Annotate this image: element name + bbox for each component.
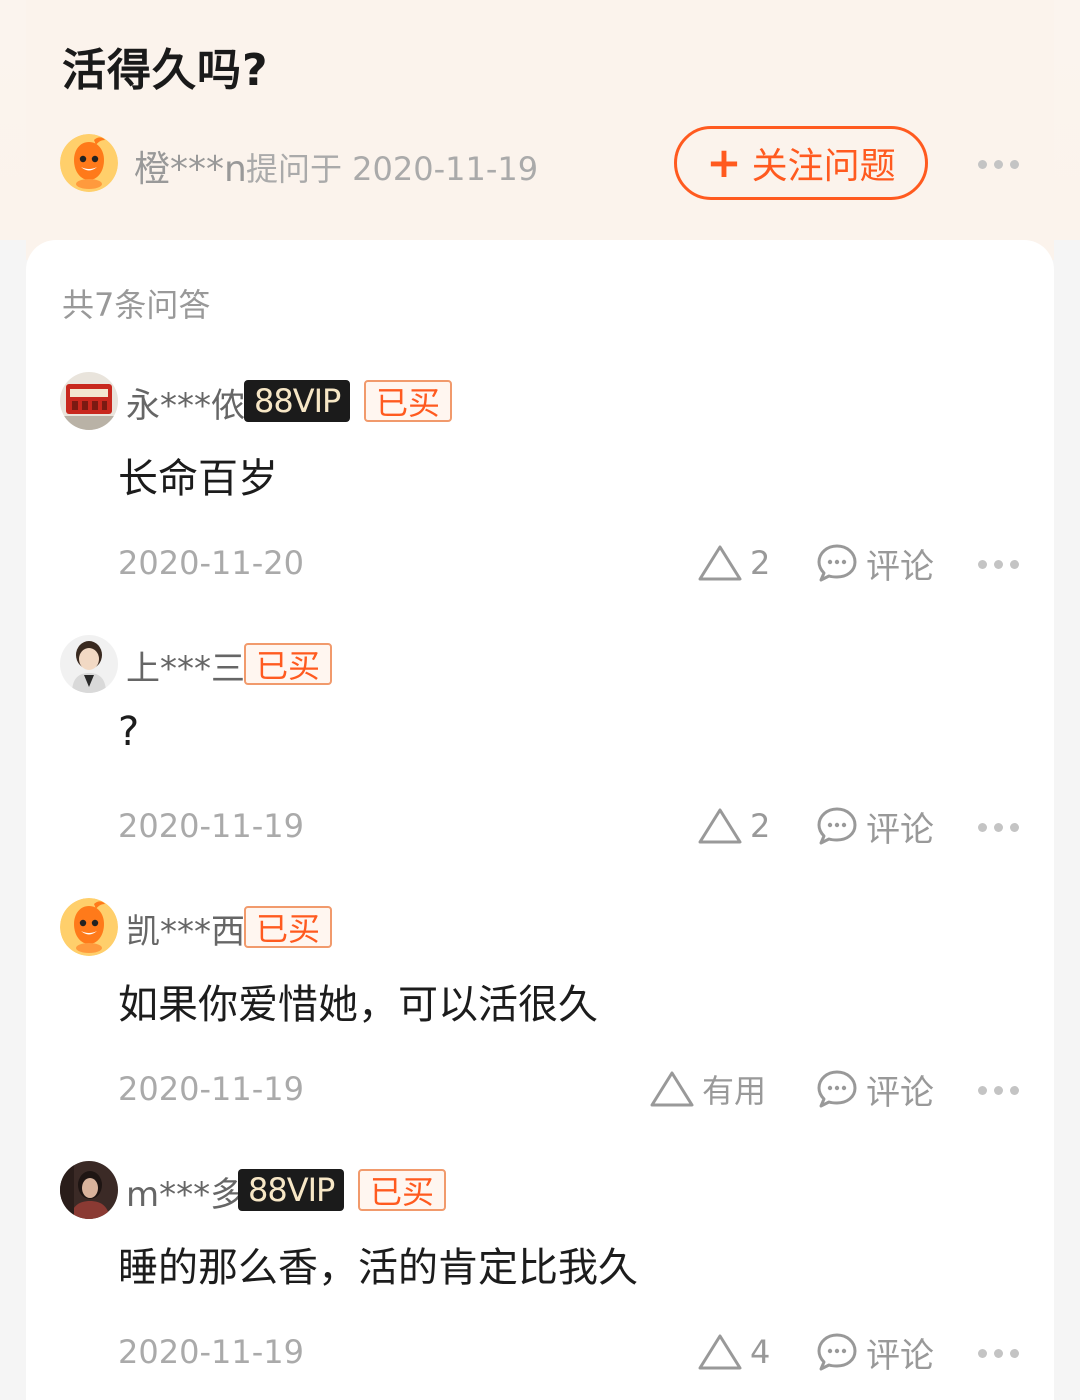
- bought-badge: 已买: [358, 1169, 447, 1211]
- answer-date: 2020-11-20: [118, 544, 304, 582]
- follow-question-label: 关注问题: [751, 146, 896, 187]
- bought-badge: 已买: [244, 906, 333, 948]
- qa-page: 活得久吗? 橙***n 提问于 2020-11-19 + 关注问题 共7条问答: [0, 0, 1080, 1400]
- like-button[interactable]: 2: [696, 803, 770, 849]
- more-icon[interactable]: [978, 1349, 1019, 1358]
- answer-item: m***多 88VIP 已买 睡的那么香，活的肯定比我久 2020-11-19 …: [26, 1161, 1054, 1400]
- answer-text: 长命百岁: [118, 456, 278, 502]
- user-name[interactable]: 凯***西: [126, 904, 245, 953]
- user-name[interactable]: 永***侬: [126, 378, 245, 427]
- answer-item: 上***三 已买 ? 2020-11-19 2 评论: [26, 635, 1054, 898]
- more-icon[interactable]: [978, 560, 1019, 569]
- user-avatar[interactable]: [60, 372, 118, 430]
- like-count: 2: [750, 544, 771, 582]
- more-icon[interactable]: [978, 823, 1019, 832]
- follow-question-button[interactable]: + 关注问题: [674, 126, 928, 200]
- thumb-triangle-icon: [698, 545, 742, 581]
- vip-badge: 88VIP: [238, 1169, 345, 1211]
- answer-date: 2020-11-19: [118, 1333, 304, 1371]
- comment-button[interactable]: 评论: [816, 1329, 934, 1376]
- answer-text: 睡的那么香，活的肯定比我久: [118, 1245, 638, 1291]
- comment-bubble-icon: [817, 544, 857, 582]
- question-header: 活得久吗? 橙***n 提问于 2020-11-19 + 关注问题: [26, 0, 1054, 260]
- asked-date: 提问于 2020-11-19: [246, 150, 539, 188]
- bought-badge: 已买: [244, 643, 333, 685]
- more-icon[interactable]: [978, 1086, 1019, 1095]
- thumb-triangle-icon: [698, 808, 742, 844]
- like-count: 2: [750, 807, 771, 845]
- comment-label: 评论: [866, 1072, 934, 1113]
- question-title: 活得久吗?: [62, 45, 269, 96]
- like-count: 4: [750, 1333, 771, 1371]
- answer-text: ?: [118, 709, 140, 755]
- user-avatar[interactable]: [60, 635, 118, 693]
- thumb-triangle-icon: [698, 1334, 742, 1370]
- like-button[interactable]: 2: [696, 540, 770, 586]
- asker-avatar[interactable]: [60, 134, 118, 192]
- plus-icon: +: [706, 138, 742, 187]
- asker-name[interactable]: 橙***n: [134, 140, 247, 192]
- vip-badge: 88VIP: [244, 380, 351, 422]
- comment-label: 评论: [866, 546, 934, 587]
- comment-bubble-icon: [817, 807, 857, 845]
- comment-button[interactable]: 评论: [816, 1066, 934, 1113]
- user-name[interactable]: 上***三: [126, 641, 245, 690]
- comment-label: 评论: [866, 809, 934, 850]
- thumb-triangle-icon: [650, 1071, 694, 1107]
- bought-badge: 已买: [364, 380, 453, 422]
- useful-button[interactable]: 有用: [648, 1066, 766, 1112]
- comment-button[interactable]: 评论: [816, 803, 934, 850]
- question-more-icon[interactable]: [978, 160, 1019, 169]
- comment-label: 评论: [866, 1335, 934, 1376]
- answer-date: 2020-11-19: [118, 1070, 304, 1108]
- answer-count: 共7条问答: [62, 286, 211, 324]
- comment-button[interactable]: 评论: [816, 540, 934, 587]
- user-avatar[interactable]: [60, 1161, 118, 1219]
- answer-item: 永***侬 88VIP 已买 长命百岁 2020-11-20 2 评论: [26, 372, 1054, 635]
- answer-text: 如果你爱惜她，可以活很久: [118, 982, 598, 1028]
- user-avatar[interactable]: [60, 898, 118, 956]
- comment-bubble-icon: [817, 1070, 857, 1108]
- useful-label: 有用: [702, 1072, 767, 1110]
- answer-date: 2020-11-19: [118, 807, 304, 845]
- answers-card: 共7条问答 永***侬 88VIP 已买 长命百岁 2020-11-20 2 评…: [26, 240, 1054, 1400]
- user-name[interactable]: m***多: [126, 1167, 244, 1216]
- answer-item: 凯***西 已买 如果你爱惜她，可以活很久 2020-11-19 有用 评论: [26, 898, 1054, 1161]
- like-button[interactable]: 4: [696, 1329, 770, 1375]
- comment-bubble-icon: [817, 1333, 857, 1371]
